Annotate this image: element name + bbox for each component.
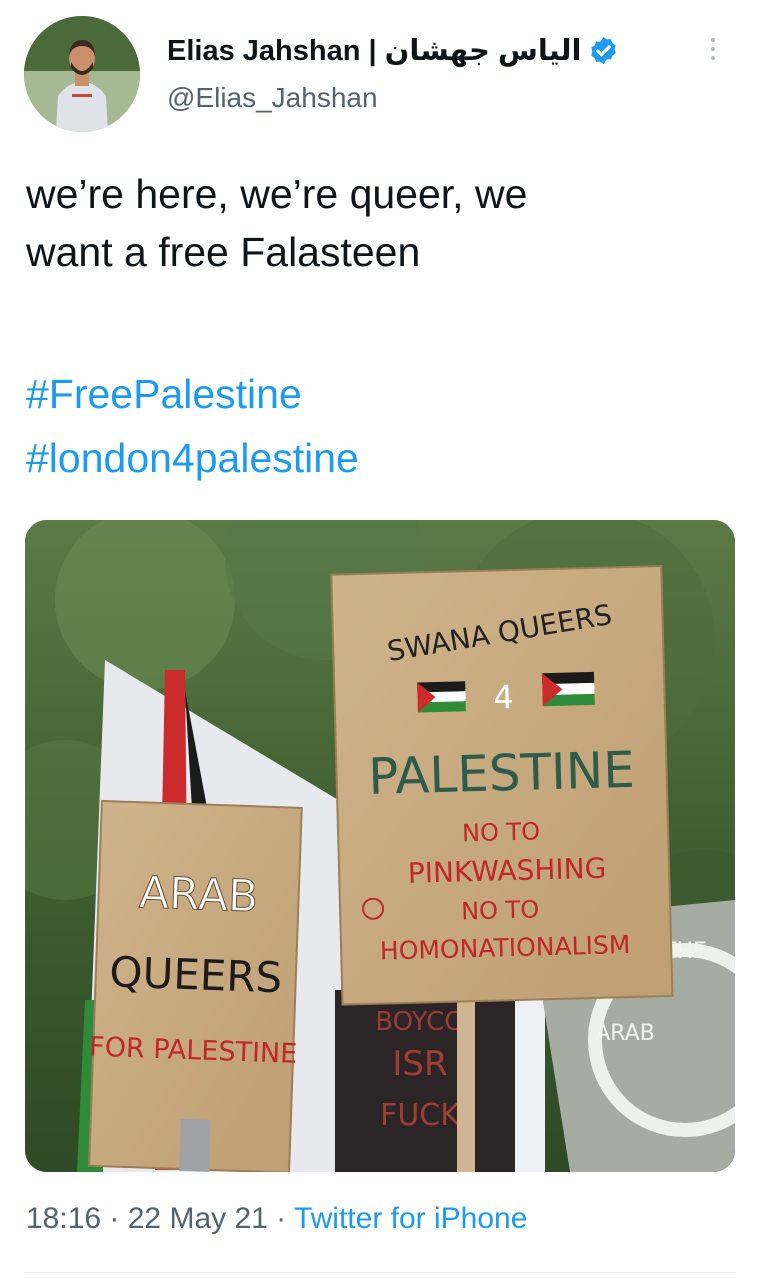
hashtag-link[interactable]: #london4palestine [26,426,359,490]
meta-separator: · [101,1202,128,1235]
tweet-media[interactable]: ARAB QUEERS FOR PALESTINE BOYCO ISR FUCK… [25,520,735,1172]
verified-badge-icon [591,36,617,64]
author-name-row[interactable]: Elias Jahshan | الياس جهشان [167,30,619,70]
tweet-text-line: want a free Falasteen [26,229,421,275]
sign-text-boycott: BOYCO [375,1007,465,1037]
meta-separator: · [267,1202,294,1235]
more-options-icon[interactable] [708,38,718,78]
sign-text-arab: ARAB [138,867,259,922]
sign-text-queers: QUEERS [109,947,283,1002]
tweet-date[interactable]: 22 May 21 [128,1202,268,1235]
profile-photo-icon [24,16,140,132]
tweet-meta: 18:16 · 22 May 21 · Twitter for iPhone [26,1202,527,1236]
tweet-time[interactable]: 18:16 [26,1202,101,1235]
avatar[interactable] [24,16,140,132]
sign-text-pinkwashing: PINKWASHING [407,852,606,890]
sign-text-no-to-1: NO TO [462,817,541,847]
display-name[interactable]: Elias Jahshan | الياس جهشان [167,33,581,68]
tweet-text-line: we’re here, we’re queer, we [26,171,528,217]
sign-text-palestine: PALESTINE [368,741,636,806]
sign-text-israel: ISR [392,1044,447,1084]
sign-text-4: 4 [493,678,514,717]
hashtag-link[interactable]: #FreePalestine [26,362,359,426]
sign-text-back-line: FUCK [380,1098,461,1133]
author-handle[interactable]: @Elias_Jahshan [167,82,378,114]
sign-text-no-to-2: NO TO [461,895,540,925]
sign-text-arab-banner: ARAB [595,1021,655,1046]
divider [24,1272,736,1273]
hashtag-list: #FreePalestine #london4palestine [26,362,359,490]
tweet-source-link[interactable]: Twitter for iPhone [294,1202,527,1235]
protest-photo-icon: ARAB QUEERS FOR PALESTINE BOYCO ISR FUCK… [25,520,735,1172]
tweet-text: we’re here, we’re queer, we want a free … [26,165,726,281]
tweet-header: Elias Jahshan | الياس جهشان @Elias_Jahsh… [24,16,736,134]
